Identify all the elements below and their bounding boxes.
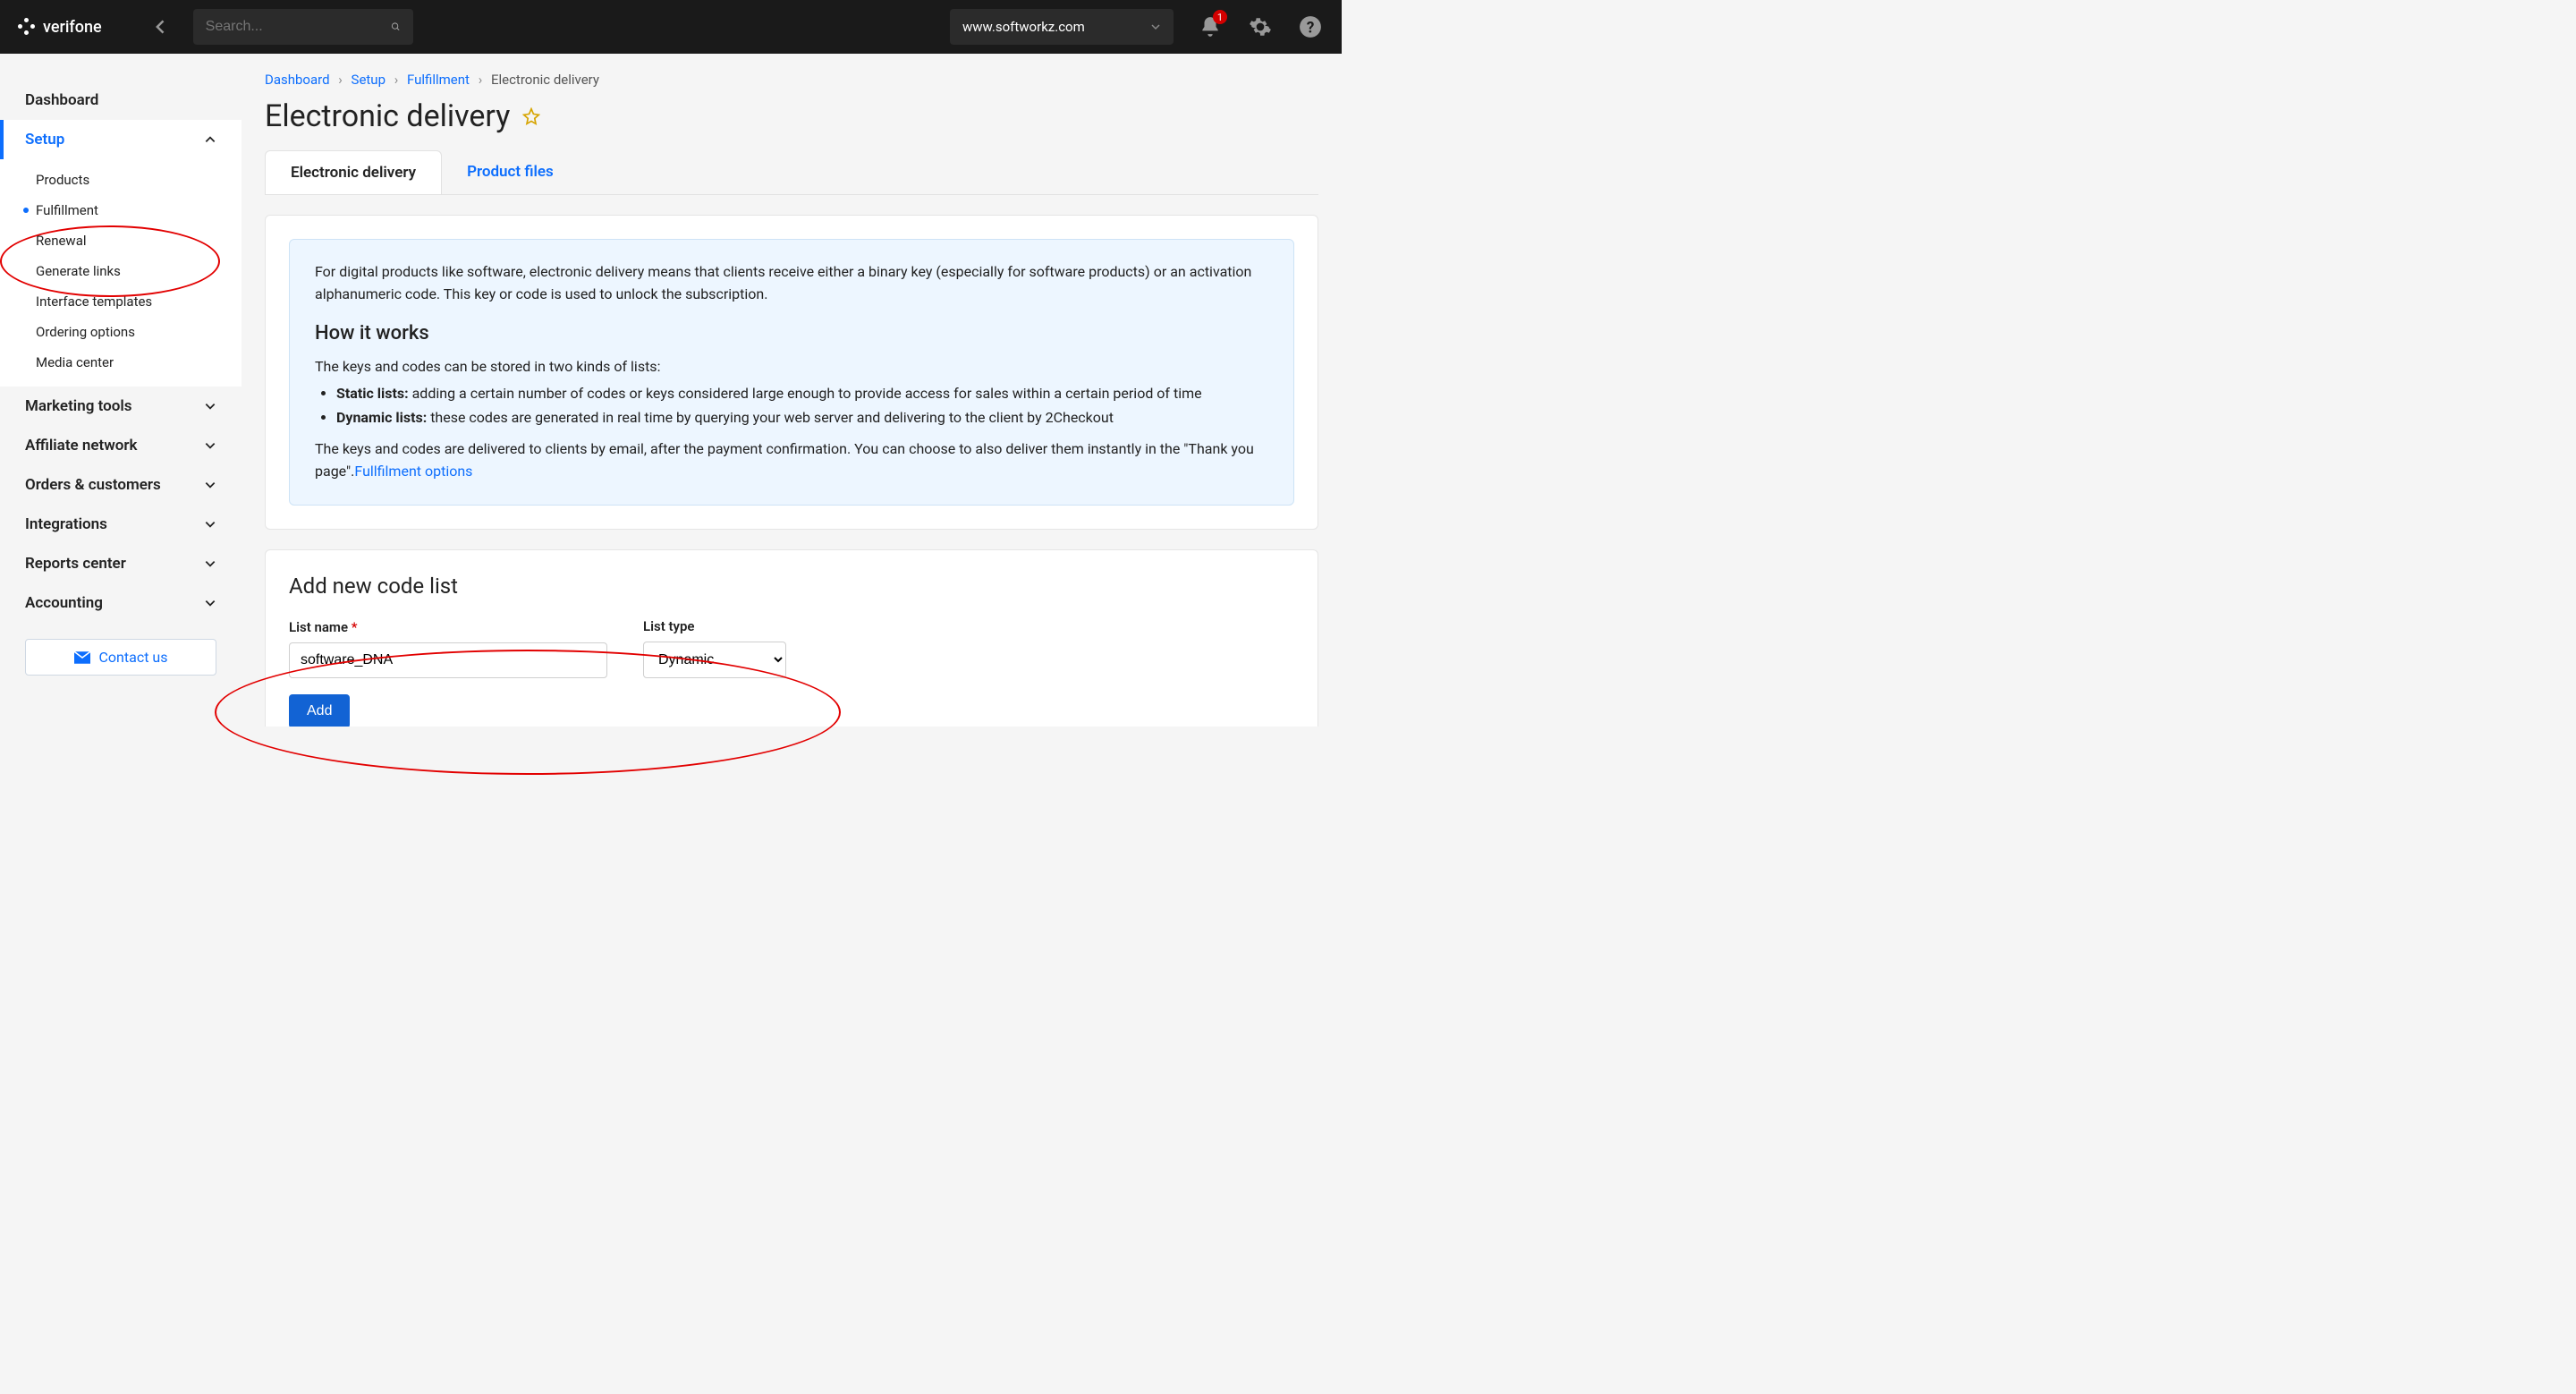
breadcrumb: Dashboard › Setup › Fulfillment › Electr… bbox=[265, 72, 1318, 88]
form-title: Add new code list bbox=[289, 574, 1294, 599]
help-icon: ? bbox=[1299, 15, 1322, 38]
notification-badge: 1 bbox=[1213, 10, 1227, 24]
page-title: Electronic delivery bbox=[265, 98, 510, 134]
sidebar-label: Setup bbox=[25, 131, 64, 149]
info-intro: For digital products like software, elec… bbox=[315, 261, 1268, 306]
breadcrumb-fulfillment[interactable]: Fulfillment bbox=[407, 72, 470, 88]
chevron-up-icon bbox=[204, 133, 216, 146]
info-how-title: How it works bbox=[315, 319, 1268, 349]
sidebar-item-ordering-options[interactable]: Ordering options bbox=[0, 317, 242, 347]
breadcrumb-setup[interactable]: Setup bbox=[352, 72, 386, 88]
contact-us-button[interactable]: Contact us bbox=[25, 639, 216, 676]
chevron-down-icon bbox=[204, 400, 216, 412]
brand-logo[interactable]: verifone bbox=[18, 18, 102, 37]
info-dynamic-item: Dynamic lists: these codes are generated… bbox=[336, 407, 1268, 429]
tab-product-files[interactable]: Product files bbox=[442, 150, 579, 194]
svg-text:?: ? bbox=[1307, 20, 1315, 38]
logo-mark bbox=[18, 18, 36, 36]
collapse-icon[interactable] bbox=[152, 18, 170, 36]
info-static-item: Static lists: adding a certain number of… bbox=[336, 383, 1268, 405]
search-box[interactable] bbox=[193, 9, 413, 45]
brand-name: verifone bbox=[43, 18, 102, 37]
sidebar-item-fulfillment[interactable]: Fulfillment bbox=[0, 195, 242, 225]
sidebar-item-affiliate[interactable]: Affiliate network bbox=[0, 426, 242, 465]
chevron-down-icon bbox=[204, 479, 216, 491]
chevron-down-icon bbox=[204, 557, 216, 570]
tabs: Electronic delivery Product files bbox=[265, 150, 1318, 195]
info-delivery: The keys and codes are delivered to clie… bbox=[315, 438, 1268, 483]
chevron-down-icon bbox=[1150, 21, 1161, 32]
sidebar: Dashboard Setup Products Fulfillment Ren… bbox=[0, 54, 242, 727]
info-lists-intro: The keys and codes can be stored in two … bbox=[315, 356, 1268, 378]
sidebar-label: Dashboard bbox=[25, 91, 98, 109]
favorite-star-icon[interactable] bbox=[522, 107, 540, 125]
fulfilment-options-link[interactable]: Fullfilment options bbox=[354, 463, 472, 480]
sidebar-item-reports[interactable]: Reports center bbox=[0, 544, 242, 583]
tab-electronic-delivery[interactable]: Electronic delivery bbox=[265, 150, 442, 194]
info-box: For digital products like software, elec… bbox=[289, 239, 1294, 506]
topbar: verifone www.softworkz.com 1 ? bbox=[0, 0, 1342, 54]
chevron-down-icon bbox=[204, 597, 216, 609]
sidebar-item-setup[interactable]: Setup bbox=[0, 120, 242, 159]
add-button[interactable]: Add bbox=[289, 694, 350, 727]
list-type-select[interactable]: Dynamic bbox=[643, 642, 786, 678]
mail-icon bbox=[74, 651, 90, 664]
sidebar-item-generate-links[interactable]: Generate links bbox=[0, 256, 242, 286]
gear-icon bbox=[1249, 15, 1272, 38]
domain-selector[interactable]: www.softworkz.com bbox=[950, 9, 1174, 45]
sidebar-item-accounting[interactable]: Accounting bbox=[0, 583, 242, 623]
list-type-label: List type bbox=[643, 618, 786, 634]
chevron-down-icon bbox=[204, 439, 216, 452]
sidebar-item-orders[interactable]: Orders & customers bbox=[0, 465, 242, 505]
sidebar-item-marketing[interactable]: Marketing tools bbox=[0, 387, 242, 426]
setup-submenu: Products Fulfillment Renewal Generate li… bbox=[0, 159, 242, 387]
sidebar-item-renewal[interactable]: Renewal bbox=[0, 225, 242, 256]
sidebar-item-products[interactable]: Products bbox=[0, 165, 242, 195]
sidebar-item-dashboard[interactable]: Dashboard bbox=[0, 81, 242, 120]
search-icon bbox=[391, 20, 401, 34]
chevron-down-icon bbox=[204, 518, 216, 531]
list-type-field: List type Dynamic bbox=[643, 618, 786, 678]
sidebar-item-media-center[interactable]: Media center bbox=[0, 347, 242, 378]
list-name-label: List name * bbox=[289, 619, 607, 635]
info-panel: For digital products like software, elec… bbox=[265, 215, 1318, 530]
main-content: Dashboard › Setup › Fulfillment › Electr… bbox=[242, 54, 1342, 727]
sidebar-item-integrations[interactable]: Integrations bbox=[0, 505, 242, 544]
settings-button[interactable] bbox=[1247, 13, 1274, 40]
add-code-list-panel: Add new code list List name * List type … bbox=[265, 549, 1318, 727]
help-button[interactable]: ? bbox=[1297, 13, 1324, 40]
breadcrumb-current: Electronic delivery bbox=[491, 72, 599, 88]
notifications-button[interactable]: 1 bbox=[1197, 13, 1224, 40]
domain-value: www.softworkz.com bbox=[962, 19, 1085, 35]
sidebar-item-interface-templates[interactable]: Interface templates bbox=[0, 286, 242, 317]
list-name-field: List name * bbox=[289, 619, 607, 678]
search-input[interactable] bbox=[206, 19, 391, 35]
breadcrumb-dashboard[interactable]: Dashboard bbox=[265, 72, 330, 88]
list-name-input[interactable] bbox=[289, 642, 607, 678]
